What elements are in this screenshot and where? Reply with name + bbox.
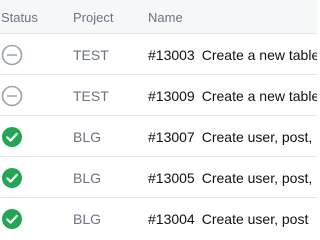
column-header-name[interactable]: Name bbox=[148, 10, 183, 25]
project-cell: TEST bbox=[73, 88, 109, 104]
column-header-status[interactable]: Status bbox=[1, 10, 38, 25]
job-title: Create user, post, bbox=[201, 129, 313, 145]
status-pending-icon bbox=[1, 44, 23, 66]
project-cell: BLG bbox=[73, 129, 102, 145]
status-pending-icon bbox=[1, 85, 23, 107]
ticket-number: #13004 bbox=[148, 211, 195, 227]
job-title: Create user, post, bbox=[201, 170, 313, 186]
name-cell[interactable]: #13004 Create user, post bbox=[148, 211, 308, 227]
table-row[interactable]: BLG #13007 Create user, post, bbox=[0, 116, 317, 157]
ticket-number: #13005 bbox=[148, 170, 195, 186]
project-cell: BLG bbox=[73, 170, 102, 186]
table-row[interactable]: TEST #13003 Create a new table bbox=[0, 34, 317, 75]
job-title: Create a new table bbox=[201, 88, 317, 104]
status-success-icon bbox=[1, 126, 23, 148]
table-row[interactable]: TEST #13009 Create a new table bbox=[0, 75, 317, 116]
status-success-icon bbox=[1, 208, 23, 230]
table-header: Status Project Name bbox=[0, 0, 317, 34]
name-cell[interactable]: #13009 Create a new table bbox=[148, 88, 317, 104]
name-cell[interactable]: #13003 Create a new table bbox=[148, 47, 317, 63]
status-success-icon bbox=[1, 167, 23, 189]
ticket-number: #13007 bbox=[148, 129, 195, 145]
name-cell[interactable]: #13007 Create user, post, bbox=[148, 129, 312, 145]
ticket-number: #13009 bbox=[148, 88, 195, 104]
project-cell: BLG bbox=[73, 211, 102, 227]
ticket-number: #13003 bbox=[148, 47, 195, 63]
job-title: Create user, post bbox=[201, 211, 309, 227]
column-header-project[interactable]: Project bbox=[73, 10, 113, 25]
jobs-table: Status Project Name TEST #13003 Create a … bbox=[0, 0, 317, 240]
job-title: Create a new table bbox=[201, 47, 317, 63]
name-cell[interactable]: #13005 Create user, post, bbox=[148, 170, 312, 186]
project-cell: TEST bbox=[73, 47, 109, 63]
table-row[interactable]: BLG #13005 Create user, post, bbox=[0, 157, 317, 198]
table-row[interactable]: BLG #13004 Create user, post bbox=[0, 198, 317, 239]
